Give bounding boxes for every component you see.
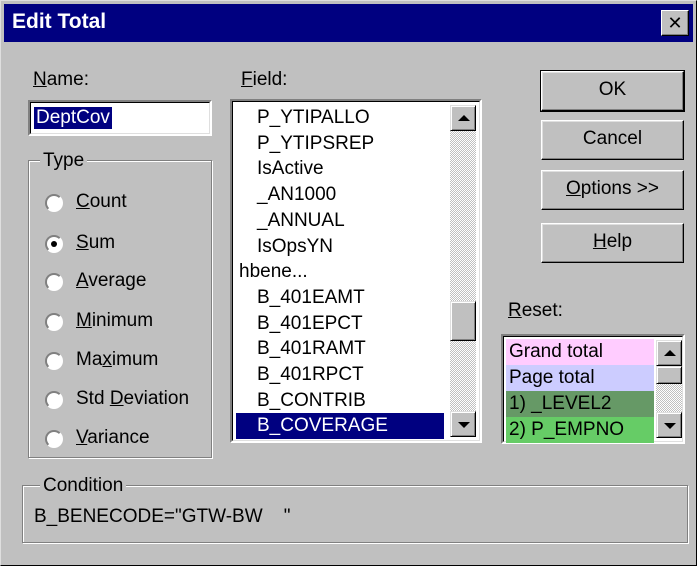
field-list-item[interactable]: hbene... bbox=[236, 259, 444, 285]
radio-dot-icon bbox=[51, 241, 57, 247]
window-title: Edit Total bbox=[12, 10, 107, 33]
type-option-label: Sum bbox=[76, 232, 116, 253]
options-button[interactable]: Options >> bbox=[541, 170, 684, 210]
field-list-item[interactable]: B_401EAMT bbox=[236, 285, 444, 311]
radio-button[interactable] bbox=[45, 313, 63, 331]
reset-list[interactable]: Grand total Page total 1) _LEVEL2 2) P_EMPN… bbox=[501, 334, 685, 444]
name-input[interactable]: DeptCov bbox=[28, 100, 212, 136]
field-scrollbar[interactable] bbox=[450, 105, 476, 437]
type-option-label: Std Deviation bbox=[76, 388, 190, 409]
type-option-label: Average bbox=[76, 270, 147, 291]
radio-button[interactable] bbox=[45, 235, 63, 253]
edit-total-dialog: Edit Total ✕ Name: DeptCov Type Count Sum… bbox=[0, 0, 697, 566]
close-icon: ✕ bbox=[667, 13, 683, 33]
reset-list-item[interactable]: Grand total bbox=[506, 339, 654, 365]
condition-value: B_BENECODE="GTW-BW " bbox=[34, 506, 291, 527]
field-list-item[interactable]: P_YTIPSREP bbox=[236, 131, 444, 157]
arrow-up-icon bbox=[458, 115, 470, 121]
field-list-item[interactable]: B_CONTRIB bbox=[236, 388, 444, 414]
radio-button[interactable] bbox=[45, 273, 63, 291]
help-button[interactable]: Help bbox=[541, 223, 684, 263]
cancel-button[interactable]: Cancel bbox=[541, 120, 684, 160]
name-value: DeptCov bbox=[34, 107, 112, 129]
field-scroll-up-button[interactable] bbox=[450, 105, 476, 131]
field-scroll-thumb[interactable] bbox=[450, 301, 476, 341]
radio-button[interactable] bbox=[45, 391, 63, 409]
field-label: Field: bbox=[241, 69, 288, 90]
field-list-item[interactable]: P_YTIPALLO bbox=[236, 105, 444, 131]
arrow-down-icon bbox=[664, 423, 676, 429]
arrow-up-icon bbox=[664, 350, 676, 356]
reset-scroll-down-button[interactable] bbox=[656, 412, 682, 438]
reset-scroll-up-button[interactable] bbox=[656, 340, 682, 366]
reset-list-item[interactable]: 1) _LEVEL2 bbox=[506, 391, 654, 417]
type-option-label: Variance bbox=[76, 427, 150, 448]
type-option-label: Count bbox=[76, 191, 127, 212]
radio-button[interactable] bbox=[45, 352, 63, 370]
arrow-down-icon bbox=[458, 422, 470, 428]
reset-list-item[interactable]: 2) P_EMPNO bbox=[506, 417, 654, 443]
radio-button[interactable] bbox=[45, 194, 63, 212]
reset-label: Reset: bbox=[508, 300, 563, 321]
ok-button[interactable]: OK bbox=[540, 70, 685, 112]
reset-list-item[interactable]: Page total bbox=[506, 365, 654, 391]
field-list-item[interactable]: _ANNUAL bbox=[236, 208, 444, 234]
field-list[interactable]: P_YTIPALLO P_YTIPSREP IsActive _AN1000 _ANNU… bbox=[230, 99, 482, 443]
type-option-label: Minimum bbox=[76, 310, 154, 331]
type-group-title: Type bbox=[40, 150, 88, 172]
name-label: Name: bbox=[33, 69, 89, 90]
field-list-item[interactable]: B_401RAMT bbox=[236, 336, 444, 362]
title-bar[interactable]: Edit Total ✕ bbox=[4, 4, 693, 42]
field-list-item[interactable]: B_401RPCT bbox=[236, 362, 444, 388]
field-list-item[interactable]: IsActive bbox=[236, 156, 444, 182]
field-list-item[interactable]: IsOpsYN bbox=[236, 234, 444, 260]
reset-scroll-thumb[interactable] bbox=[656, 366, 682, 384]
radio-button[interactable] bbox=[45, 430, 63, 448]
close-button[interactable]: ✕ bbox=[661, 10, 689, 36]
field-list-item[interactable]: B_401EPCT bbox=[236, 311, 444, 337]
type-option-label: Maximum bbox=[76, 349, 159, 370]
reset-scrollbar[interactable] bbox=[656, 340, 682, 438]
field-list-item[interactable]: B_COVERAGE bbox=[236, 413, 444, 440]
field-list-item[interactable]: _AN1000 bbox=[236, 182, 444, 208]
field-scroll-down-button[interactable] bbox=[450, 411, 476, 437]
condition-title: Condition bbox=[40, 475, 127, 497]
